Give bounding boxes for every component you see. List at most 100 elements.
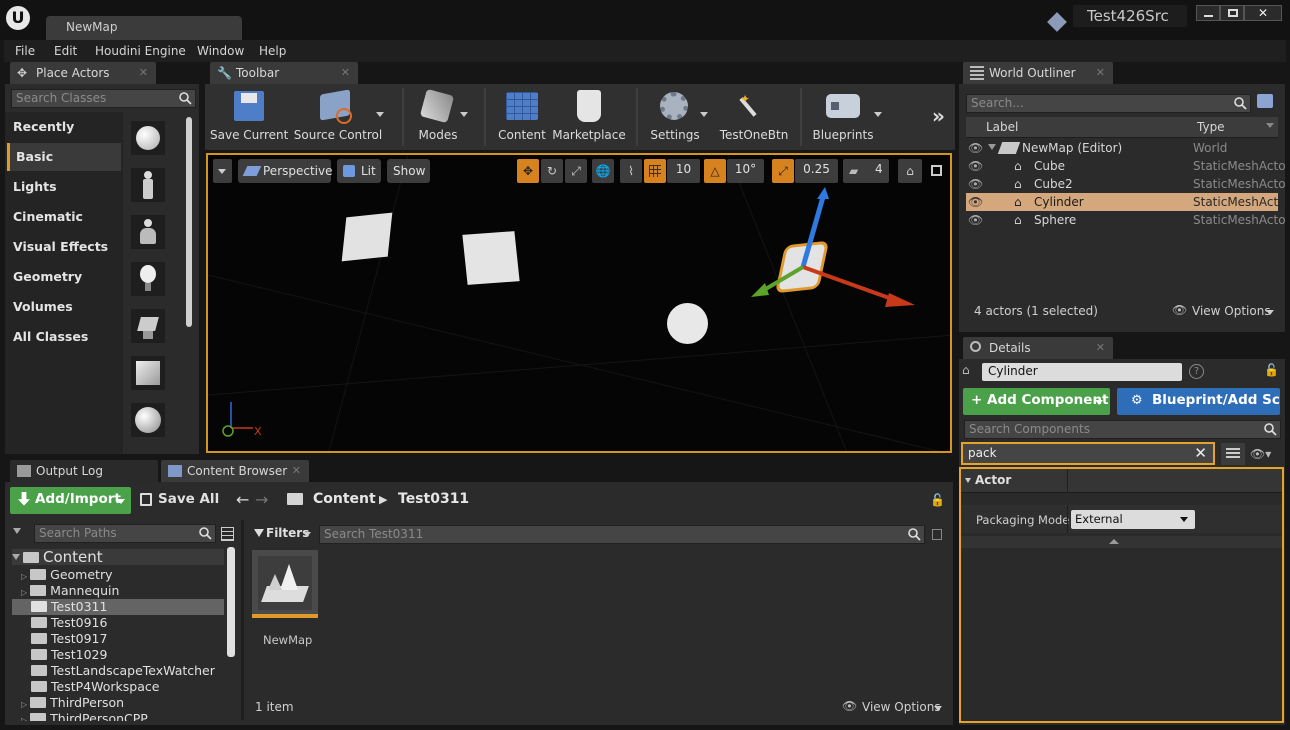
tree-item-content[interactable]: Content: [12, 549, 224, 565]
create-folder-icon[interactable]: [1257, 94, 1273, 108]
tree-item-thirdpersoncpp[interactable]: ▷ ThirdPersonCPP: [12, 711, 224, 721]
cube-mesh[interactable]: [341, 212, 393, 262]
maximize-viewport-button[interactable]: ⌂: [898, 159, 922, 183]
surface-snap-button[interactable]: ⌇: [620, 159, 642, 183]
test-one-btn-button[interactable]: ✦ TestOneBtn: [716, 88, 792, 148]
outliner-search-input[interactable]: Search...: [966, 94, 1251, 113]
tab-content-browser[interactable]: Content Browser ✕: [161, 460, 309, 482]
close-icon[interactable]: ✕: [292, 460, 301, 482]
minimize-button[interactable]: [1196, 5, 1220, 21]
character-thumb[interactable]: [131, 168, 165, 202]
filters-button[interactable]: Filters: [252, 525, 314, 542]
empty-actor-thumb[interactable]: [131, 121, 165, 155]
tab-output-log[interactable]: Output Log: [10, 460, 158, 482]
tree-item-testp4workspace[interactable]: TestP4Workspace: [12, 679, 224, 695]
show-button[interactable]: Show: [387, 159, 430, 183]
outliner-view-options-button[interactable]: 👁 View Options: [1172, 303, 1276, 320]
rotate-mode-button[interactable]: ↻: [541, 159, 563, 183]
sphere-thumb[interactable]: [131, 403, 165, 437]
blueprints-dropdown-icon[interactable]: [874, 112, 882, 117]
content-button[interactable]: Content: [494, 88, 550, 148]
category-cinematic[interactable]: Cinematic: [7, 203, 121, 231]
breadcrumb-test0311[interactable]: Test0311: [398, 491, 469, 507]
back-arrow-icon[interactable]: ←: [236, 490, 249, 509]
modes-button[interactable]: Modes: [408, 88, 468, 148]
details-filter-input[interactable]: pack ✕: [961, 442, 1215, 465]
save-search-icon[interactable]: [932, 529, 942, 540]
help-icon[interactable]: ?: [1189, 364, 1204, 379]
tree-scrollbar[interactable]: [227, 547, 235, 657]
category-lights[interactable]: Lights: [7, 173, 121, 201]
source-control-dropdown-icon[interactable]: [376, 112, 384, 117]
place-actors-scrollbar[interactable]: [186, 117, 192, 327]
maximize-button[interactable]: [1220, 5, 1244, 21]
property-matrix-icon[interactable]: [1221, 443, 1245, 465]
tree-item-test0917[interactable]: Test0917: [12, 631, 224, 647]
settings-button[interactable]: Settings: [644, 88, 706, 148]
breadcrumb-arrow-icon[interactable]: ▶: [379, 493, 387, 506]
tab-toolbar[interactable]: 🔧 Toolbar ✕: [210, 62, 358, 84]
close-icon[interactable]: ✕: [1096, 62, 1105, 84]
grid-snap-toggle[interactable]: [644, 159, 666, 183]
scale-mode-button[interactable]: ⤢: [565, 159, 587, 183]
menu-file[interactable]: File: [15, 44, 35, 58]
document-tab[interactable]: NewMap: [46, 16, 242, 40]
viewport-options-button[interactable]: [213, 159, 232, 183]
tree-item-testlandscapetexwatcher[interactable]: TestLandscapeTexWatcher: [12, 663, 224, 679]
search-paths-input[interactable]: Search Paths: [34, 524, 216, 543]
search-classes-input[interactable]: Search Classes: [11, 89, 196, 108]
restore-viewport-icon[interactable]: [931, 165, 942, 176]
eye-icon[interactable]: 👁: [968, 211, 983, 229]
translate-mode-button[interactable]: ✥: [517, 159, 539, 183]
add-import-button[interactable]: Add/Import: [10, 487, 131, 514]
outliner-row[interactable]: 👁 ⌂ Sphere StaticMeshActo: [966, 211, 1286, 229]
sphere-mesh[interactable]: [667, 303, 708, 344]
menu-help[interactable]: Help: [259, 44, 286, 58]
lock-icon[interactable]: 🔓: [1264, 363, 1279, 377]
point-light-thumb[interactable]: [131, 262, 165, 296]
col-type-header[interactable]: Type: [1197, 120, 1225, 134]
world-space-button[interactable]: 🌐: [592, 159, 614, 183]
scale-snap-value[interactable]: 0.25: [795, 159, 838, 183]
perspective-button[interactable]: Perspective: [238, 159, 333, 183]
tree-item-mannequin[interactable]: ▷ Mannequin: [12, 583, 224, 599]
packaging-mode-dropdown[interactable]: External: [1071, 510, 1195, 529]
expand-arrow-icon[interactable]: [988, 144, 996, 150]
search-components-input[interactable]: Search Components: [964, 420, 1281, 439]
category-all-classes[interactable]: All Classes: [7, 323, 121, 351]
modes-dropdown-icon[interactable]: [460, 112, 468, 117]
details-view-options-icon[interactable]: 👁▾: [1250, 447, 1271, 461]
menu-houdini-engine[interactable]: Houdini Engine: [95, 44, 186, 58]
eye-icon[interactable]: 👁: [968, 157, 983, 175]
outliner-row[interactable]: 👁 ⌂ Cube2 StaticMeshActo: [966, 175, 1286, 193]
collapse-tree-icon[interactable]: [13, 528, 21, 534]
col-label-header[interactable]: Label: [986, 120, 1018, 134]
actor-section-header[interactable]: Actor: [961, 469, 1282, 493]
search-assets-input[interactable]: Search Test0311: [319, 525, 925, 544]
breadcrumb-content[interactable]: Content: [313, 491, 376, 507]
add-component-button[interactable]: + Add Component: [963, 388, 1110, 415]
actor-name-input[interactable]: Cylinder: [982, 363, 1182, 381]
pawn-thumb[interactable]: [131, 215, 165, 249]
outliner-row[interactable]: 👁 NewMap (Editor) World: [966, 139, 1278, 157]
settings-dropdown-icon[interactable]: [700, 112, 708, 117]
forward-arrow-icon[interactable]: →: [255, 490, 268, 509]
close-button[interactable]: ✕: [1244, 5, 1282, 21]
save-current-button[interactable]: Save Current: [210, 88, 288, 148]
scale-snap-toggle[interactable]: ⤢: [772, 159, 794, 183]
asset-tile-newmap[interactable]: [252, 550, 318, 618]
rotation-snap-value[interactable]: 10°: [727, 159, 764, 183]
tab-details[interactable]: Details ✕: [963, 337, 1113, 359]
tab-place-actors[interactable]: ✥ Place Actors ✕: [10, 62, 156, 84]
tree-item-test0916[interactable]: Test0916: [12, 615, 224, 631]
marketplace-button[interactable]: Marketplace: [552, 88, 626, 148]
player-start-thumb[interactable]: [131, 309, 165, 343]
tab-world-outliner[interactable]: World Outliner ✕: [963, 62, 1113, 84]
blueprints-button[interactable]: Blueprints: [808, 88, 878, 148]
eye-icon[interactable]: 👁: [968, 139, 983, 157]
tree-item-test0311[interactable]: Test0311: [12, 599, 224, 615]
category-geometry[interactable]: Geometry: [7, 263, 121, 291]
category-basic[interactable]: Basic: [7, 143, 121, 171]
advanced-expand-icon[interactable]: [961, 536, 1282, 548]
category-visual-effects[interactable]: Visual Effects: [7, 233, 121, 261]
